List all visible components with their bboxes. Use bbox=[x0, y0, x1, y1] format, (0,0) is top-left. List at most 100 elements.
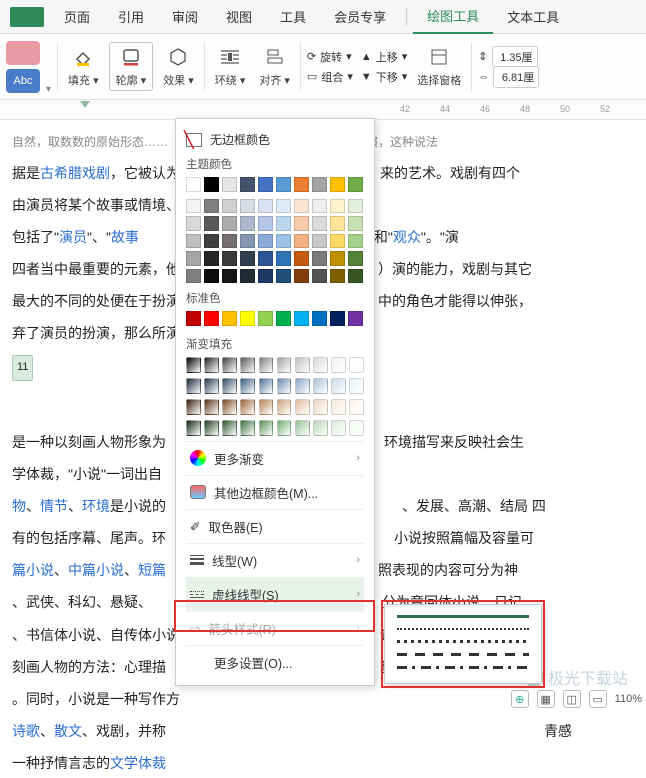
gradient-swatch[interactable] bbox=[349, 378, 364, 394]
color-swatch[interactable] bbox=[222, 251, 237, 266]
color-swatch[interactable] bbox=[312, 234, 327, 249]
horizontal-ruler[interactable]: 42 44 46 48 50 52 bbox=[0, 100, 646, 120]
gradient-swatch[interactable] bbox=[222, 357, 237, 373]
color-swatch[interactable] bbox=[276, 269, 291, 284]
gradient-swatch[interactable] bbox=[240, 420, 255, 436]
color-swatch[interactable] bbox=[276, 199, 291, 214]
color-swatch[interactable] bbox=[312, 251, 327, 266]
link[interactable]: 散文 bbox=[54, 723, 82, 739]
gradient-swatch[interactable] bbox=[313, 357, 328, 373]
gradient-swatch[interactable] bbox=[240, 378, 255, 394]
color-swatch[interactable] bbox=[186, 251, 201, 266]
color-swatch[interactable] bbox=[312, 269, 327, 284]
color-swatch[interactable] bbox=[258, 251, 273, 266]
color-swatch[interactable] bbox=[222, 199, 237, 214]
link[interactable]: 文学体裁 bbox=[110, 755, 166, 771]
shape-style-2[interactable]: Abc bbox=[6, 69, 40, 93]
color-swatch[interactable] bbox=[294, 311, 309, 326]
color-swatch[interactable] bbox=[312, 216, 327, 231]
color-swatch[interactable] bbox=[294, 269, 309, 284]
color-swatch[interactable] bbox=[276, 311, 291, 326]
gradient-swatch[interactable] bbox=[295, 378, 310, 394]
gradient-swatch[interactable] bbox=[313, 420, 328, 436]
gradient-swatch[interactable] bbox=[349, 399, 364, 415]
gradient-swatch[interactable] bbox=[331, 399, 346, 415]
zoom-level[interactable]: 110% bbox=[615, 693, 642, 705]
color-swatch[interactable] bbox=[312, 311, 327, 326]
link[interactable]: 中篇小说 bbox=[68, 562, 124, 578]
color-swatch[interactable] bbox=[348, 216, 363, 231]
color-swatch[interactable] bbox=[312, 177, 327, 192]
color-swatch[interactable] bbox=[204, 199, 219, 214]
color-swatch[interactable] bbox=[258, 234, 273, 249]
color-swatch[interactable] bbox=[240, 269, 255, 284]
link[interactable]: 情节 bbox=[40, 498, 68, 514]
gradient-swatch[interactable] bbox=[259, 357, 274, 373]
tab-drawing-tools[interactable]: 绘图工具 bbox=[413, 0, 493, 34]
color-swatch[interactable] bbox=[348, 234, 363, 249]
tab-text-tools[interactable]: 文本工具 bbox=[493, 0, 573, 34]
tab-page[interactable]: 页面 bbox=[50, 0, 104, 34]
dash-option-dash[interactable] bbox=[397, 653, 529, 656]
line-type-option[interactable]: 线型(W) › bbox=[186, 543, 364, 577]
chevron-down-icon[interactable]: ▾ bbox=[46, 84, 51, 95]
color-swatch[interactable] bbox=[258, 216, 273, 231]
color-swatch[interactable] bbox=[348, 251, 363, 266]
gradient-swatch[interactable] bbox=[349, 420, 364, 436]
tab-view[interactable]: 视图 bbox=[212, 0, 266, 34]
fill-button[interactable]: 填充 ▾ bbox=[64, 45, 103, 88]
color-swatch[interactable] bbox=[186, 234, 201, 249]
gradient-swatch[interactable] bbox=[222, 378, 237, 394]
dash-option-square-dot[interactable] bbox=[397, 640, 529, 643]
shape-style-1[interactable] bbox=[6, 41, 40, 65]
link[interactable]: 故事 bbox=[111, 229, 139, 245]
gradient-swatch[interactable] bbox=[186, 399, 201, 415]
color-swatch[interactable] bbox=[330, 251, 345, 266]
wrap-button[interactable]: 环绕 ▾ bbox=[211, 45, 250, 88]
gradient-swatch[interactable] bbox=[204, 399, 219, 415]
gradient-swatch[interactable] bbox=[295, 420, 310, 436]
gradient-swatch[interactable] bbox=[295, 357, 310, 373]
color-swatch[interactable] bbox=[204, 251, 219, 266]
gradient-swatch[interactable] bbox=[277, 420, 292, 436]
color-swatch[interactable] bbox=[240, 251, 255, 266]
gradient-swatch[interactable] bbox=[331, 357, 346, 373]
height-field[interactable]: ⇕1.35厘 bbox=[478, 48, 539, 66]
color-swatch[interactable] bbox=[294, 177, 309, 192]
view-mode-icon[interactable]: ▦ bbox=[537, 690, 555, 708]
color-swatch[interactable] bbox=[204, 177, 219, 192]
gradient-swatch[interactable] bbox=[186, 420, 201, 436]
tab-vip[interactable]: 会员专享 bbox=[320, 0, 400, 34]
link[interactable]: 古希腊戏剧 bbox=[40, 165, 110, 181]
gradient-swatch[interactable] bbox=[259, 420, 274, 436]
color-swatch[interactable] bbox=[294, 251, 309, 266]
link[interactable]: 诗歌 bbox=[12, 723, 40, 739]
color-swatch[interactable] bbox=[276, 216, 291, 231]
color-swatch[interactable] bbox=[276, 251, 291, 266]
color-swatch[interactable] bbox=[240, 177, 255, 192]
gradient-swatch[interactable] bbox=[331, 420, 346, 436]
move-down-button[interactable]: ▼ 下移 ▾ bbox=[361, 68, 407, 86]
color-swatch[interactable] bbox=[222, 269, 237, 284]
color-swatch[interactable] bbox=[222, 234, 237, 249]
tab-review[interactable]: 审阅 bbox=[158, 0, 212, 34]
effect-button[interactable]: 效果 ▾ bbox=[159, 45, 198, 88]
color-swatch[interactable] bbox=[240, 199, 255, 214]
color-swatch[interactable] bbox=[294, 199, 309, 214]
color-swatch[interactable] bbox=[330, 311, 345, 326]
link[interactable]: 观众 bbox=[393, 229, 421, 245]
more-settings-option[interactable]: 更多设置(O)... bbox=[186, 645, 364, 679]
color-swatch[interactable] bbox=[186, 177, 201, 192]
gradient-swatch[interactable] bbox=[204, 378, 219, 394]
color-swatch[interactable] bbox=[330, 269, 345, 284]
color-swatch[interactable] bbox=[204, 216, 219, 231]
gradient-swatch[interactable] bbox=[277, 378, 292, 394]
link[interactable]: 环境 bbox=[82, 498, 110, 514]
gradient-swatch[interactable] bbox=[259, 399, 274, 415]
gradient-swatch[interactable] bbox=[277, 357, 292, 373]
width-field[interactable]: ⇔6.81厘 bbox=[478, 68, 539, 86]
color-swatch[interactable] bbox=[222, 216, 237, 231]
dash-option-round-dot[interactable] bbox=[397, 628, 529, 630]
gradient-swatch[interactable] bbox=[259, 378, 274, 394]
color-swatch[interactable] bbox=[258, 269, 273, 284]
